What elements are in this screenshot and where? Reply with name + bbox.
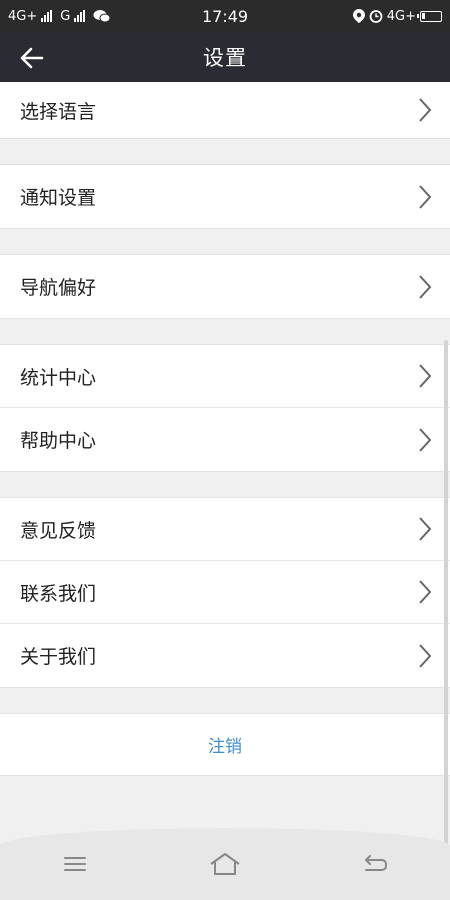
back-arrow-icon[interactable]	[18, 44, 46, 72]
logout-label: 注销	[208, 737, 242, 757]
system-nav-bar	[0, 828, 450, 900]
menu-icon	[64, 857, 86, 871]
chevron-right-icon	[419, 184, 432, 209]
nav-menu-button[interactable]	[45, 844, 105, 884]
settings-item-help[interactable]: 帮助中心	[0, 408, 450, 471]
settings-item-label: 帮助中心	[20, 430, 97, 452]
settings-item-contact[interactable]: 联系我们	[0, 561, 450, 624]
group-spacer	[0, 229, 450, 254]
settings-item-label: 意见反馈	[20, 519, 97, 542]
settings-group-4: 统计中心 帮助中心	[0, 344, 450, 472]
scrollbar[interactable]	[444, 340, 448, 850]
chevron-right-icon	[419, 643, 432, 668]
settings-item-label: 关于我们	[20, 646, 97, 668]
settings-item-feedback[interactable]: 意见反馈	[0, 498, 450, 561]
settings-item-label: 统计中心	[20, 366, 97, 389]
back-icon	[365, 855, 387, 871]
settings-item-notifications[interactable]: 通知设置	[0, 165, 450, 228]
page-title: 设置	[203, 46, 247, 70]
chevron-right-icon	[419, 517, 432, 541]
settings-item-label: 选择语言	[20, 100, 97, 123]
chevron-right-icon	[419, 364, 432, 388]
chevron-right-icon	[419, 274, 432, 299]
group-spacer	[0, 688, 450, 713]
group-spacer	[0, 472, 450, 497]
settings-group-3: 导航偏好	[0, 254, 450, 319]
group-spacer	[0, 139, 450, 164]
chevron-right-icon	[419, 427, 432, 452]
settings-group-1: 选择语言	[0, 82, 450, 139]
status-time: 17:49	[201, 6, 249, 26]
settings-group-2: 通知设置	[0, 164, 450, 229]
home-icon	[210, 853, 240, 875]
settings-item-label: 通知设置	[20, 187, 97, 209]
settings-item-navigation[interactable]: 导航偏好	[0, 255, 450, 318]
status-bar: 4G+ G 17:49 4G+	[0, 0, 450, 32]
settings-list: 选择语言 通知设置 导航偏好 统计中心 帮助中心 意见反馈 联系我们 关于我们 …	[0, 82, 450, 776]
battery-icon	[417, 10, 442, 22]
settings-item-statistics[interactable]: 统计中心	[0, 345, 450, 408]
settings-group-5: 意见反馈 联系我们 关于我们	[0, 497, 450, 688]
settings-item-about[interactable]: 关于我们	[0, 624, 450, 687]
group-spacer	[0, 319, 450, 344]
nav-back-button[interactable]	[345, 844, 405, 884]
logout-button[interactable]: 注销	[0, 713, 450, 776]
chevron-right-icon	[419, 98, 432, 122]
title-bar: 设置	[0, 32, 450, 82]
settings-item-label: 导航偏好	[20, 277, 97, 299]
settings-item-label: 联系我们	[20, 582, 97, 605]
nav-home-button[interactable]	[195, 844, 255, 884]
chevron-right-icon	[419, 580, 432, 604]
settings-item-language[interactable]: 选择语言	[0, 82, 450, 138]
